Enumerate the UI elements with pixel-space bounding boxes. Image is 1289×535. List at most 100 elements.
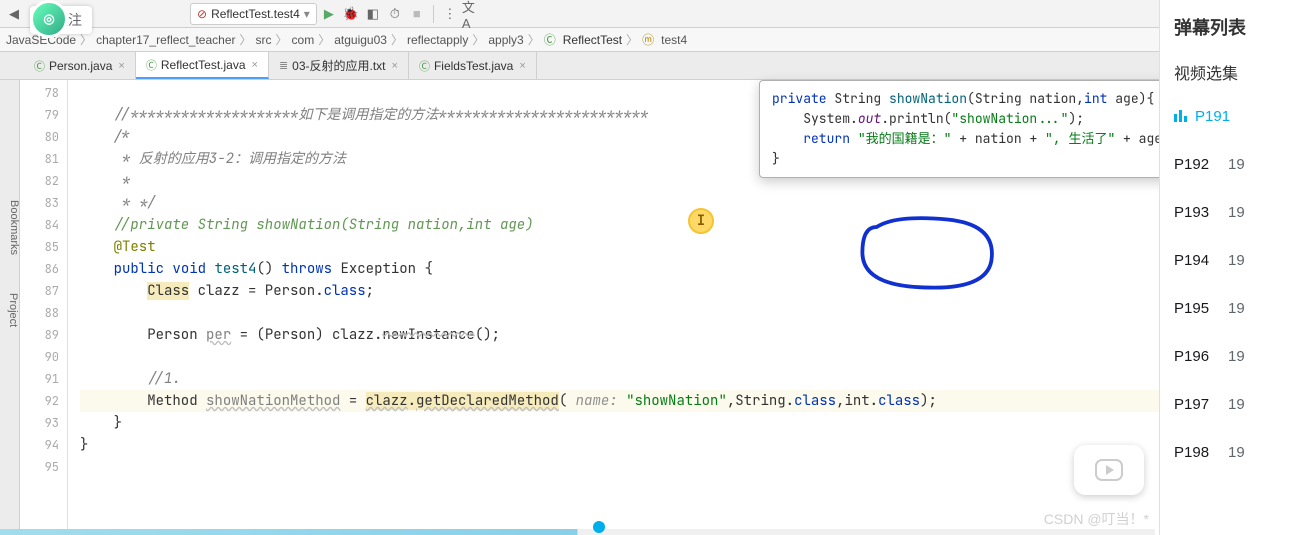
playlist-item-num: P195 [1174,300,1220,317]
playlist-item-num: P197 [1174,396,1220,413]
tool-icon[interactable]: ⋮ [440,4,460,24]
playlist-item[interactable]: P19619 [1160,332,1289,380]
code-line: * */ [80,192,1289,214]
line-number: 91 [20,368,67,390]
video-progress-bar[interactable] [0,529,1155,535]
playlist-item-num: P193 [1174,204,1220,221]
code-line: //private String showNation(String natio… [80,214,1289,236]
code-line-current: Method showNationMethod = clazz.getDecla… [80,390,1289,412]
java-file-icon: Ⓒ [34,58,45,74]
tab-person[interactable]: Ⓒ Person.java × [24,52,136,79]
playlist-item-num: P194 [1174,252,1220,269]
bookmarks-tool-tab[interactable]: Bookmarks [8,200,20,255]
tab-fieldstest[interactable]: Ⓒ FieldsTest.java × [409,52,537,79]
playlist-item[interactable]: P19419 [1160,236,1289,284]
line-number: 79 [20,104,67,126]
line-number: 84 [20,214,67,236]
breadcrumb: JavaSECode〉 chapter17_reflect_teacher〉 s… [0,28,1289,52]
video-progress-knob[interactable] [593,521,605,533]
mini-player-button[interactable] [1074,445,1144,495]
run-icon[interactable]: ▶ [319,4,339,24]
line-number: 89 [20,324,67,346]
close-icon[interactable]: × [252,59,258,71]
tab-label: 03-反射的应用.txt [292,57,385,74]
avatar: ◎ [30,0,68,38]
ide-toolbar: ◀ ▷ ⊘ ReflectTest.test4 ▾ ▶ 🐞 ◧ ⏱ ■ ⋮ 文A [0,0,1289,28]
method-icon: ⓜ [640,31,656,48]
tab-label: FieldsTest.java [434,59,513,73]
line-number: 88 [20,302,67,324]
playlist-item[interactable]: P195 19 [1160,284,1289,332]
code-line: public void test4() throws Exception { [80,258,1289,280]
watermark: CSDN @叮当！* [1044,509,1149,529]
line-number: 86 [20,258,67,280]
translate-icon[interactable]: 文A [462,4,482,24]
code-line [80,346,1289,368]
annotation-circle-icon [856,210,1001,295]
line-number: 90 [20,346,67,368]
tab-label: ReflectTest.java [161,58,246,72]
line-number: 85 [20,236,67,258]
danmu-header[interactable]: 弹幕列表 [1160,0,1289,46]
breadcrumb-pkg[interactable]: reflectapply [405,33,470,47]
playlist-item-num: P192 [1174,156,1220,173]
playlist-item[interactable]: P19219 [1160,140,1289,188]
code-line: @Test [80,236,1289,258]
line-gutter: 78 79 80 81 82 83 84 85 86 87 88 89 90 9… [20,80,68,535]
stop-icon[interactable]: ■ [407,4,427,24]
run-config-combo[interactable]: ⊘ ReflectTest.test4 ▾ [190,3,317,25]
line-number: 81 [20,148,67,170]
breadcrumb-com[interactable]: com [290,33,317,47]
profile-icon[interactable]: ⏱ [385,4,405,24]
playlist-item-dur: 19 [1228,204,1245,221]
line-number: 94 [20,434,67,456]
breadcrumb-chapter[interactable]: chapter17_reflect_teacher [94,33,237,47]
back-icon[interactable]: ◀ [4,4,24,24]
line-number: 93 [20,412,67,434]
debug-icon[interactable]: 🐞 [341,4,361,24]
playlist-item[interactable]: P197 19 [1160,380,1289,428]
playlist-header[interactable]: 视频选集 [1160,46,1289,92]
line-number: 95 [20,456,67,478]
breadcrumb-class[interactable]: ReflectTest [561,33,624,47]
playlist-item-num: P191 [1195,108,1241,125]
play-icon [1095,459,1123,481]
line-number: 87 [20,280,67,302]
playlist-item[interactable]: P198 19 [1160,428,1289,476]
text-cursor-indicator: I [688,208,714,234]
line-number: 92 [20,390,67,412]
playlist-item-dur: 19 [1228,444,1245,461]
playlist-item-num: P198 [1174,444,1220,461]
class-icon: Ⓒ [542,31,558,48]
code-line: Person per = (Person) clazz.newInstance(… [80,324,1289,346]
breadcrumb-org[interactable]: atguigu03 [332,33,389,47]
playlist-item-dur: 19 [1228,348,1245,365]
video-playlist-panel: 弹幕列表 视频选集 P191 P19219 P19319 P19419 P195… [1159,0,1289,535]
line-number: 83 [20,192,67,214]
tab-reflecttest[interactable]: Ⓒ ReflectTest.java × [136,52,269,79]
line-number: 82 [20,170,67,192]
chevron-down-icon: ▾ [304,7,310,21]
playlist-item[interactable]: P193 19 [1160,188,1289,236]
project-tool-tab[interactable]: Project [0,80,20,535]
playlist-item-dur: 19 [1228,396,1245,413]
breadcrumb-sub[interactable]: apply3 [486,33,525,47]
code-line: Class clazz = Person.class; [80,280,1289,302]
editor-tabs: Ⓒ Person.java × Ⓒ ReflectTest.java × ≣ 0… [0,52,1289,80]
close-icon[interactable]: × [392,60,398,72]
code-line [80,302,1289,324]
tab-txt[interactable]: ≣ 03-反射的应用.txt × [269,52,409,79]
breadcrumb-method[interactable]: test4 [659,33,689,47]
close-icon[interactable]: × [118,60,124,72]
run-config-label: ReflectTest.test4 [211,7,300,21]
java-file-icon: Ⓒ [146,57,157,73]
playlist-item-dur: 19 [1228,300,1245,317]
txt-file-icon: ≣ [279,59,288,72]
tab-label: Person.java [49,59,112,73]
close-icon[interactable]: × [519,60,525,72]
java-file-icon: Ⓒ [419,58,430,74]
playlist-item[interactable]: P191 [1160,92,1289,140]
test-icon: ⊘ [197,7,207,21]
breadcrumb-src[interactable]: src [254,33,274,47]
coverage-icon[interactable]: ◧ [363,4,383,24]
